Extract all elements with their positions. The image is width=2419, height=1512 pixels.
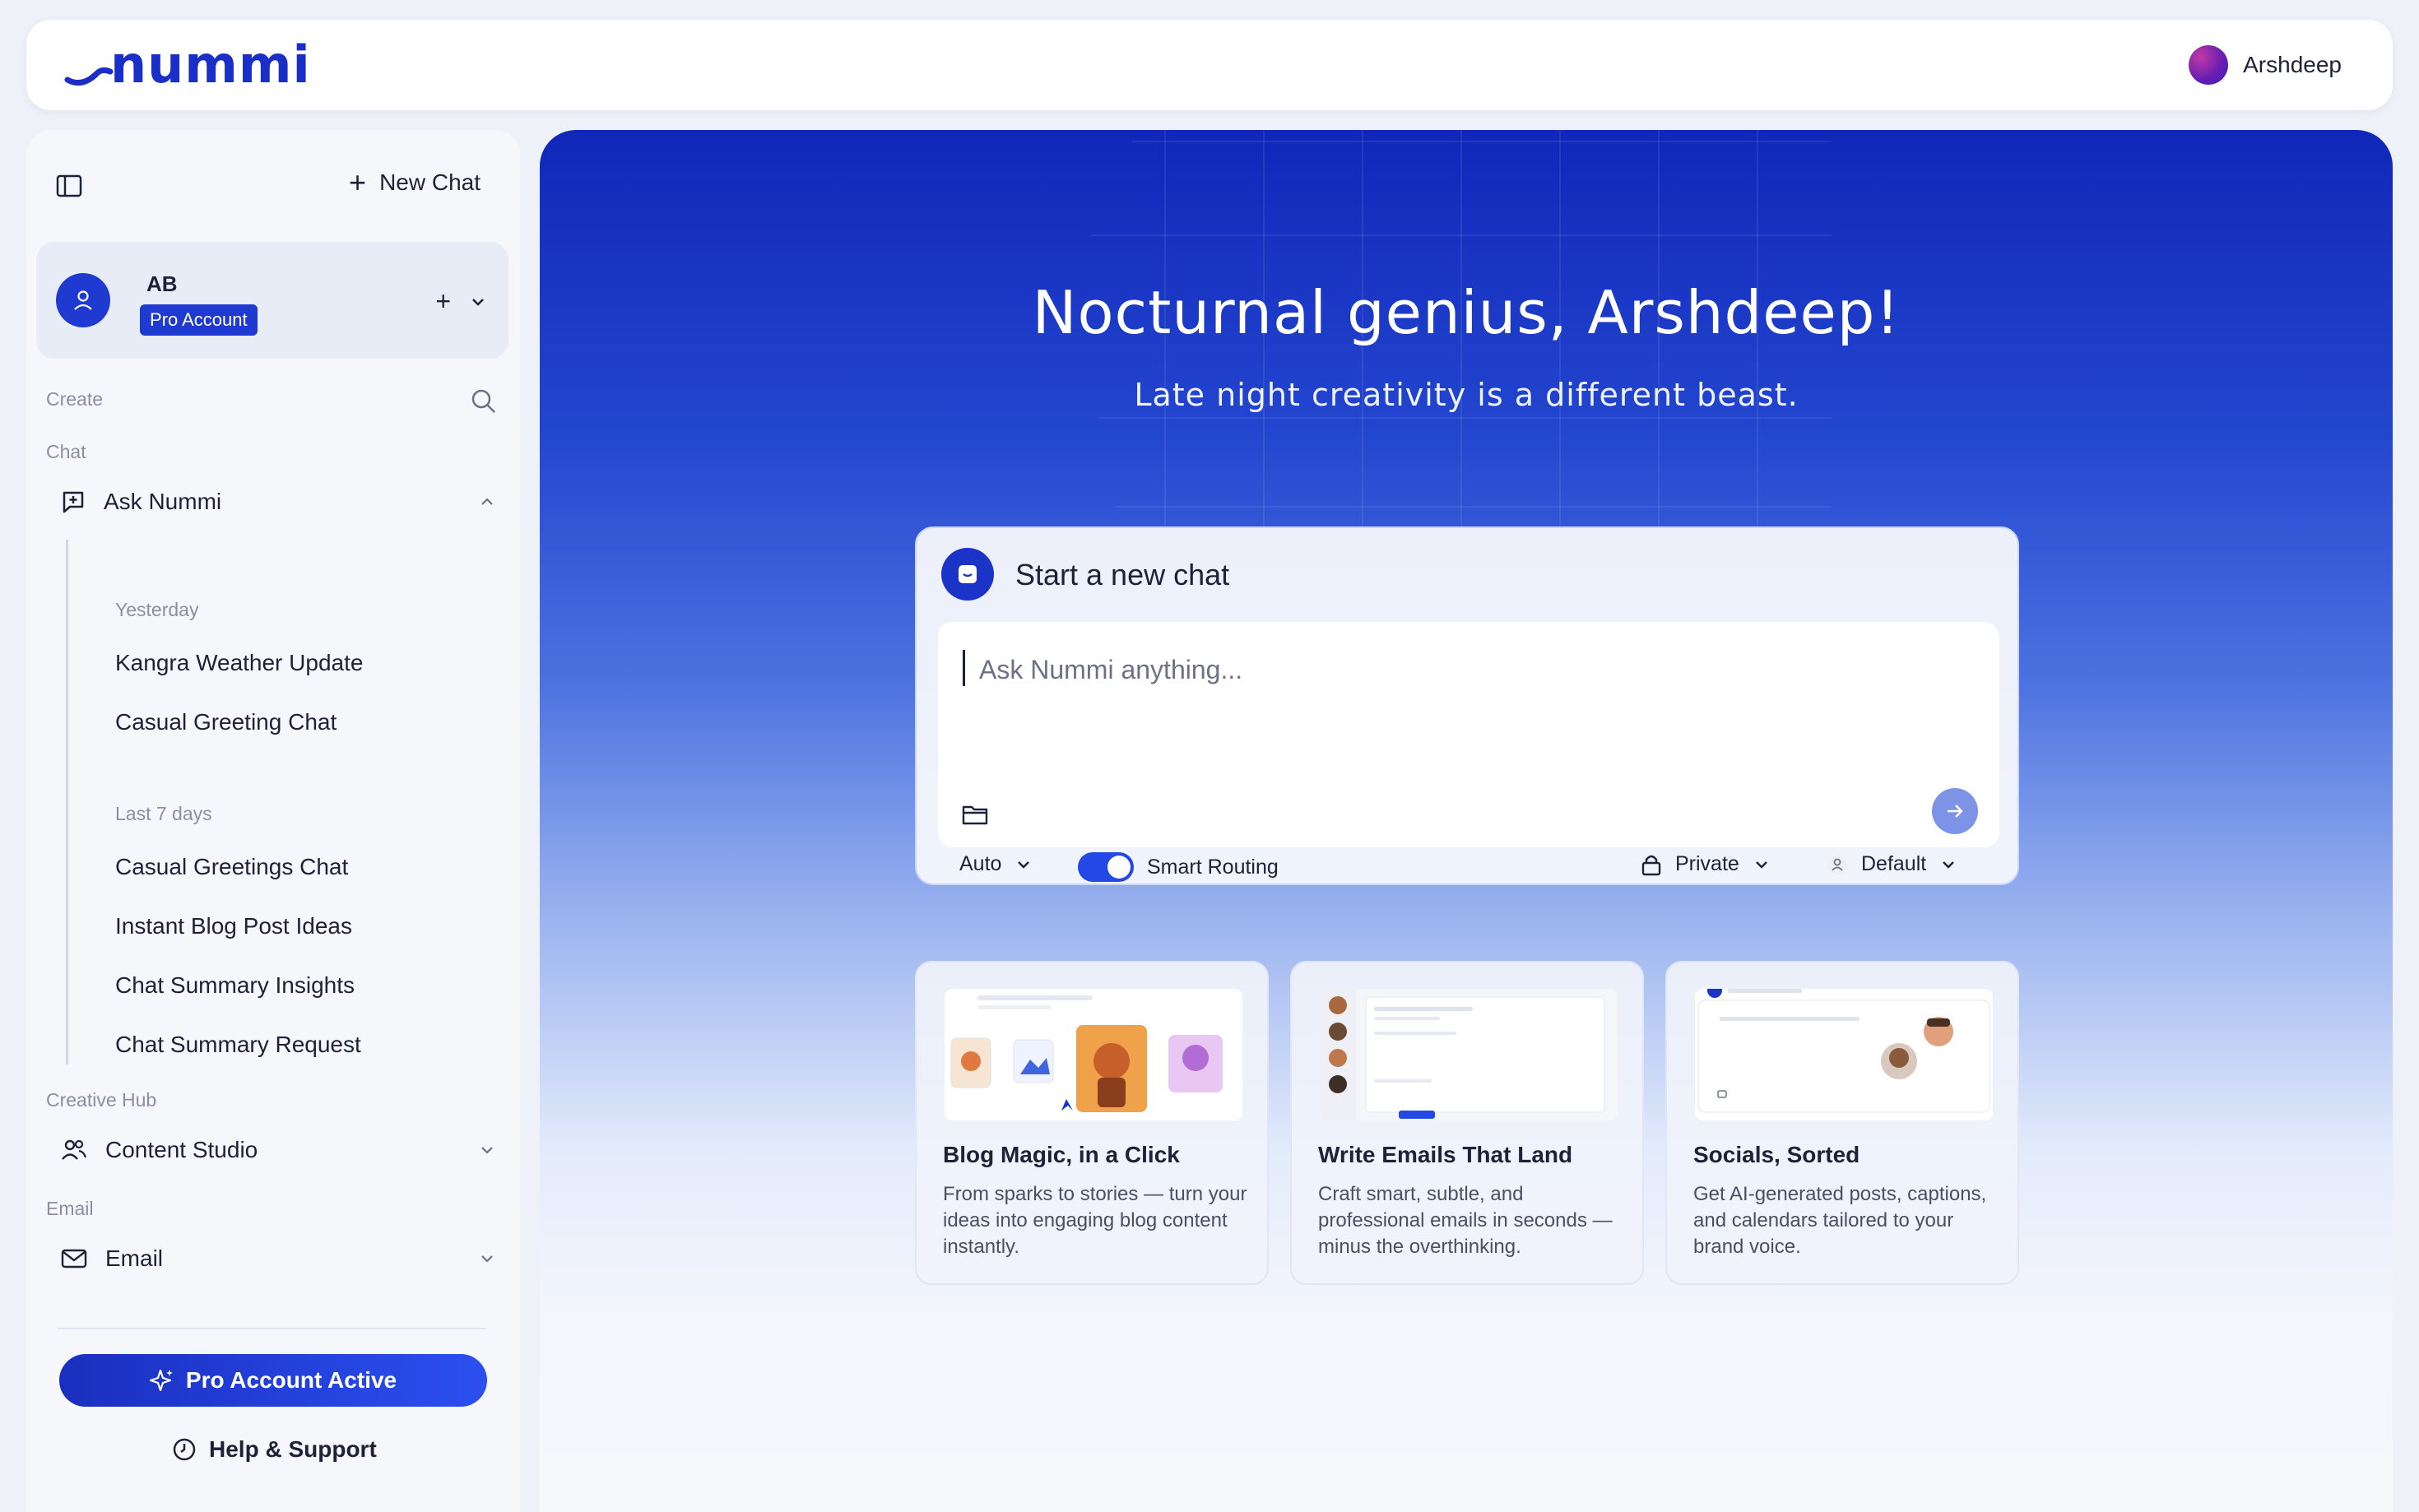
greeting-title: Nocturnal genius, Arshdeep!: [1032, 278, 1901, 347]
account-avatar: [56, 273, 110, 327]
privacy-label: Private: [1675, 852, 1739, 875]
new-chat-card: Start a new chat Ask Nummi anything... A…: [915, 526, 2019, 885]
history-item[interactable]: Chat Summary Insights: [115, 972, 355, 999]
feature-card-socials[interactable]: Socials, Sorted Get AI-generated posts, …: [1665, 961, 2019, 1285]
nummi-logo[interactable]: nummi: [64, 31, 311, 97]
pro-account-label: Pro Account Active: [185, 1367, 397, 1393]
sparkle-icon: [149, 1369, 173, 1392]
greeting-subtitle: Late night creativity is a different bea…: [1134, 377, 1799, 413]
chat-placeholder: Ask Nummi anything...: [979, 655, 1243, 684]
chat-card-title: Start a new chat: [1015, 558, 1230, 591]
top-bar: nummi Arshdeep: [26, 20, 2393, 110]
chevron-down-icon[interactable]: [477, 1249, 497, 1269]
section-chat: Chat: [46, 441, 86, 462]
feature-description: Get AI-generated posts, captions, and ca…: [1693, 1183, 1987, 1258]
feature-card-blog[interactable]: Blog Magic, in a Click From sparks to st…: [915, 961, 1269, 1285]
blog-preview-image: [945, 989, 1242, 1120]
chat-input[interactable]: Ask Nummi anything...: [938, 622, 1999, 847]
email-label: Email: [105, 1245, 164, 1271]
search-icon[interactable]: [469, 387, 499, 416]
account-badge: Pro Account: [140, 304, 258, 336]
model-select[interactable]: Auto: [959, 852, 1033, 876]
section-creative-hub: Creative Hub: [46, 1089, 157, 1111]
chevron-down-icon: [1943, 860, 1955, 869]
section-email: Email: [46, 1198, 94, 1219]
smart-routing-toggle[interactable]: Smart Routing: [1078, 852, 1279, 882]
chevron-down-icon[interactable]: [477, 1140, 497, 1160]
history-item[interactable]: Chat Summary Request: [115, 1032, 361, 1058]
account-card[interactable]: AB Pro Account +: [36, 242, 508, 359]
add-account-icon[interactable]: +: [435, 286, 451, 317]
chat-bubble-icon: [959, 565, 977, 583]
sidebar-toggle-icon[interactable]: [54, 171, 84, 201]
privacy-select[interactable]: Private: [1641, 852, 1771, 876]
text-caret: [963, 650, 965, 686]
logo-text: nummi: [110, 34, 311, 95]
logo-swoosh-icon: [64, 67, 114, 86]
history-label-last7: Last 7 days: [115, 803, 212, 824]
feature-description: From sparks to stories — turn your ideas…: [943, 1183, 1247, 1258]
sidebar-item-ask-nummi[interactable]: Ask Nummi: [61, 489, 497, 515]
lock-icon: [1641, 855, 1661, 875]
user-avatar: [2189, 45, 2229, 85]
chevron-up-icon[interactable]: [477, 492, 497, 512]
new-chat-label: New Chat: [379, 169, 481, 195]
send-button[interactable]: [1932, 788, 1978, 834]
user-icon: [74, 290, 92, 310]
feature-title: Write Emails That Land: [1318, 1142, 1573, 1167]
person-icon: [1827, 854, 1847, 874]
feature-description: Craft smart, subtle, and professional em…: [1318, 1183, 1613, 1258]
chat-controls: Auto Smart Routing Private Default: [917, 852, 2017, 882]
history-label-yesterday: Yesterday: [115, 599, 199, 620]
sidebar-item-email[interactable]: Email: [61, 1245, 497, 1272]
history-item[interactable]: Instant Blog Post Ideas: [115, 913, 352, 939]
sidebar: + New Chat AB Pro Account + Create Chat …: [26, 130, 520, 1512]
divider: [58, 1328, 485, 1329]
persona-label: Default: [1861, 852, 1927, 875]
history-item[interactable]: Casual Greeting Chat: [115, 709, 337, 735]
persona-select[interactable]: Default: [1827, 852, 1957, 876]
feature-title: Socials, Sorted: [1693, 1142, 1860, 1167]
user-menu[interactable]: Arshdeep: [2189, 44, 2342, 86]
user-name: Arshdeep: [2243, 52, 2342, 77]
help-support-link[interactable]: Help & Support: [171, 1436, 377, 1463]
help-support-label: Help & Support: [209, 1436, 377, 1462]
model-label: Auto: [959, 852, 1002, 875]
content-studio-label: Content Studio: [105, 1137, 258, 1162]
history-line: [66, 540, 68, 1064]
account-actions: +: [435, 286, 487, 317]
mail-icon: [61, 1249, 87, 1269]
folder-icon[interactable]: [961, 800, 991, 829]
email-preview-image: [1320, 989, 1618, 1120]
users-icon: [62, 1139, 87, 1160]
sidebar-item-content-studio[interactable]: Content Studio: [61, 1137, 497, 1163]
socials-preview-image: [1695, 989, 1993, 1120]
toggle-switch[interactable]: [1078, 852, 1134, 882]
nummi-chat-icon: [941, 548, 994, 601]
pro-account-button[interactable]: Pro Account Active: [59, 1354, 487, 1407]
account-name: AB: [146, 271, 178, 296]
chevron-down-icon: [1755, 860, 1767, 869]
smart-routing-label: Smart Routing: [1147, 855, 1279, 879]
chevron-down-icon: [1018, 860, 1030, 869]
history-item[interactable]: Casual Greetings Chat: [115, 854, 348, 880]
feature-card-email[interactable]: Write Emails That Land Craft smart, subt…: [1290, 961, 1644, 1285]
plus-icon: +: [349, 165, 367, 199]
chevron-down-icon[interactable]: [469, 293, 487, 311]
chat-plus-icon: [63, 491, 84, 513]
feature-title: Blog Magic, in a Click: [943, 1142, 1180, 1167]
arrow-right-icon: [1948, 805, 1963, 818]
section-create: Create: [46, 388, 104, 410]
new-chat-button[interactable]: + New Chat: [349, 168, 481, 197]
clock-icon: [173, 1438, 196, 1461]
main-panel: Nocturnal genius, Arshdeep! Late night c…: [540, 130, 2393, 1512]
history-item[interactable]: Kangra Weather Update: [115, 650, 363, 676]
ask-nummi-label: Ask Nummi: [104, 489, 222, 514]
